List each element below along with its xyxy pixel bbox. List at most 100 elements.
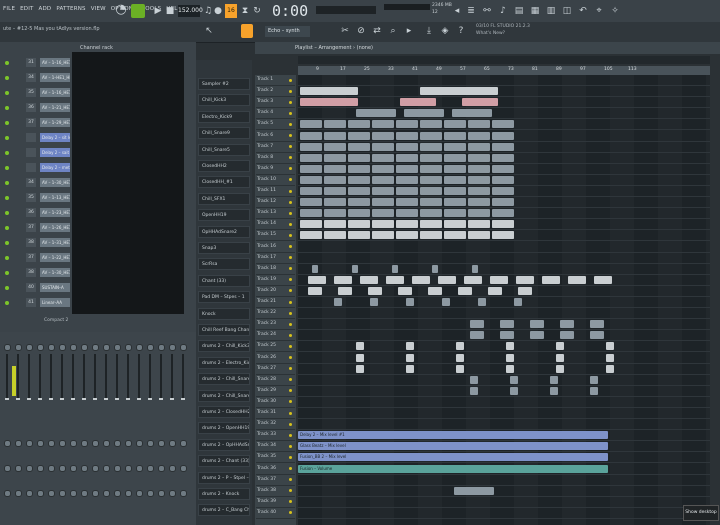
mixer-send-knob[interactable] (59, 440, 66, 447)
pattern-clip[interactable] (372, 175, 394, 184)
mixer-send-knob[interactable] (158, 440, 165, 447)
channel-led[interactable] (5, 166, 9, 170)
mixer-send-knob[interactable] (70, 490, 77, 497)
pattern-clip[interactable] (432, 264, 438, 273)
pattern-clip[interactable] (468, 120, 490, 129)
pattern-clip[interactable] (542, 275, 560, 284)
pattern-clip[interactable] (590, 320, 604, 329)
pattern-clip[interactable] (372, 153, 394, 162)
pattern-clip[interactable] (420, 87, 498, 96)
pattern-clip[interactable] (420, 198, 442, 207)
pattern-clip[interactable] (492, 131, 514, 140)
mixer-pan-knob[interactable] (114, 344, 121, 351)
pattern-clip[interactable] (396, 209, 418, 218)
channel-led[interactable] (5, 91, 9, 95)
track-led[interactable] (289, 333, 292, 337)
pattern-clip[interactable] (356, 109, 396, 118)
browser-item[interactable]: ClosedHH_#1 (198, 176, 250, 189)
pattern-clip[interactable] (500, 331, 514, 340)
mixer-fader-track[interactable] (28, 354, 30, 398)
mixer-send-knob[interactable] (103, 465, 110, 472)
pattern-clip[interactable] (428, 286, 442, 295)
channel-mixer-number[interactable]: 36 (26, 103, 36, 112)
channel-name[interactable]: AV – 1–23_HE1 (40, 208, 70, 217)
pattern-clip[interactable] (606, 342, 614, 351)
pattern-clip[interactable] (492, 187, 514, 195)
pattern-clip[interactable] (348, 187, 370, 195)
channel-mixer-number[interactable]: 36 (26, 208, 36, 217)
plugin-icon[interactable]: ♪ (498, 4, 508, 18)
pattern-clip[interactable] (492, 220, 514, 229)
channel-mixer-number[interactable]: 34 (26, 73, 36, 82)
browser-item[interactable]: OpenHH19 (198, 209, 250, 222)
audio-icon[interactable]: ◈ (440, 24, 450, 38)
channel-name[interactable]: AV – 1–31_HE1 (40, 238, 70, 247)
pattern-clip[interactable] (324, 153, 346, 162)
pattern-clip[interactable] (324, 175, 346, 184)
track-led[interactable] (289, 134, 292, 137)
browser-item[interactable]: Chill_SFX1 (198, 192, 250, 205)
pattern-clip[interactable] (406, 364, 414, 373)
browser-item[interactable]: drums 2 – Knock (198, 488, 250, 500)
mixer-fader-track[interactable] (160, 354, 162, 398)
mixer-send-knob[interactable] (125, 440, 132, 447)
pattern-clip[interactable] (594, 275, 612, 284)
pattern-clip[interactable] (492, 231, 514, 240)
track-led[interactable] (289, 100, 292, 104)
menu-patterns[interactable]: PATTERNS (56, 6, 85, 12)
track-led[interactable] (289, 211, 292, 215)
mixer-send-knob[interactable] (59, 465, 66, 472)
pattern-clip[interactable] (468, 142, 490, 151)
pattern-clip[interactable] (490, 275, 508, 284)
mixer-send-knob[interactable] (81, 440, 88, 447)
track-led[interactable] (289, 122, 292, 126)
mixer-send-knob[interactable] (103, 490, 110, 497)
mixer-send-knob[interactable] (81, 490, 88, 497)
pattern-clip[interactable] (368, 286, 382, 295)
track-led[interactable] (289, 322, 292, 326)
browser-item[interactable]: Electro_Kick9 (198, 110, 250, 123)
pattern-clip[interactable] (348, 120, 370, 129)
channel-mixer-number[interactable]: 40 (26, 283, 36, 292)
pattern-clip[interactable] (372, 209, 394, 218)
mixer-send-knob[interactable] (37, 490, 44, 497)
pattern-clip[interactable] (372, 142, 394, 151)
mixer-fader-track[interactable] (94, 354, 96, 398)
channel-led[interactable] (5, 256, 9, 260)
loop-icon[interactable]: ↻ (252, 4, 262, 18)
mixer-send-knob[interactable] (114, 440, 121, 447)
mixer-pan-knob[interactable] (180, 344, 187, 351)
pattern-clip[interactable] (468, 209, 490, 218)
channel-name[interactable]: Delay 2 – sit level (40, 133, 70, 142)
mixer-send-knob[interactable] (4, 490, 11, 497)
slip-icon[interactable]: ⇄ (372, 24, 382, 38)
mixer-fader-cap[interactable] (16, 398, 20, 400)
master-volume-knob-icon[interactable]: ◔ (114, 3, 128, 19)
pattern-clip[interactable] (300, 98, 358, 107)
browser-item[interactable]: ClosedHH2 (198, 160, 250, 172)
play-icon[interactable]: ▶ (152, 4, 164, 18)
mixer-pan-knob[interactable] (103, 344, 110, 351)
channel-name[interactable]: AV – 1–30_HE1 (40, 268, 70, 277)
channel-name[interactable]: AV – 1–21_HE1 (40, 103, 70, 112)
mixer-send-knob[interactable] (158, 465, 165, 472)
browser-item[interactable]: Chill_Snare5 (198, 143, 250, 156)
pattern-clip[interactable] (372, 231, 394, 240)
pattern-clip[interactable] (452, 109, 492, 118)
mixer-pan-knob[interactable] (136, 344, 143, 351)
pattern-clip[interactable] (406, 342, 414, 351)
channel-name[interactable]: AV – 1–HE1_HE (40, 73, 70, 82)
mixer-send-knob[interactable] (48, 465, 55, 472)
channel-name[interactable]: AV – 1–16_HE1 (40, 88, 70, 97)
mixer-icon[interactable]: ≣ (466, 4, 476, 18)
pattern-clip[interactable] (398, 286, 412, 295)
pattern-clip[interactable] (492, 142, 514, 151)
channel-led[interactable] (5, 106, 9, 110)
pattern-clip[interactable] (470, 375, 478, 384)
pattern-clip[interactable] (420, 131, 442, 140)
mixer-fader-cap[interactable] (60, 398, 64, 400)
stop-icon[interactable]: ■ (164, 4, 176, 18)
mixer-send-knob[interactable] (37, 440, 44, 447)
pattern-clip[interactable] (468, 220, 490, 229)
channel-name[interactable]: AV – 1–22_HE1 (40, 253, 70, 262)
